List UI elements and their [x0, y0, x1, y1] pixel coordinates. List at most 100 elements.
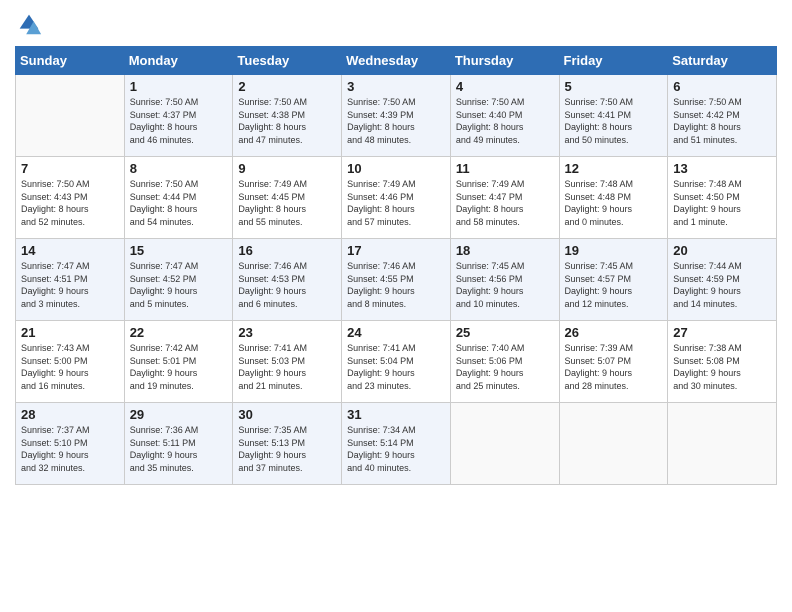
col-header-tuesday: Tuesday [233, 47, 342, 75]
day-number: 16 [238, 243, 336, 258]
calendar-cell [559, 403, 668, 485]
day-info: Sunrise: 7:46 AM Sunset: 4:55 PM Dayligh… [347, 260, 445, 310]
day-number: 31 [347, 407, 445, 422]
day-info: Sunrise: 7:49 AM Sunset: 4:47 PM Dayligh… [456, 178, 554, 228]
day-info: Sunrise: 7:50 AM Sunset: 4:44 PM Dayligh… [130, 178, 228, 228]
day-number: 20 [673, 243, 771, 258]
calendar-cell: 24 Sunrise: 7:41 AM Sunset: 5:04 PM Dayli… [342, 321, 451, 403]
day-info: Sunrise: 7:36 AM Sunset: 5:11 PM Dayligh… [130, 424, 228, 474]
logo [15, 10, 45, 38]
calendar-cell: 3 Sunrise: 7:50 AM Sunset: 4:39 PM Daylig… [342, 75, 451, 157]
calendar-cell [16, 75, 125, 157]
day-info: Sunrise: 7:50 AM Sunset: 4:40 PM Dayligh… [456, 96, 554, 146]
col-header-saturday: Saturday [668, 47, 777, 75]
day-number: 10 [347, 161, 445, 176]
calendar-cell: 5Sunrise: 7:50 AM Sunset: 4:41 PM Daylig… [559, 75, 668, 157]
calendar-header-row: SundayMondayTuesdayWednesdayThursdayFrid… [16, 47, 777, 75]
calendar-cell: 8 Sunrise: 7:50 AM Sunset: 4:44 PM Daylig… [124, 157, 233, 239]
calendar-week-2: 7 Sunrise: 7:50 AM Sunset: 4:43 PM Daylig… [16, 157, 777, 239]
day-info: Sunrise: 7:50 AM Sunset: 4:37 PM Dayligh… [130, 96, 228, 146]
calendar-cell: 26 Sunrise: 7:39 AM Sunset: 5:07 PM Dayli… [559, 321, 668, 403]
day-info: Sunrise: 7:41 AM Sunset: 5:04 PM Dayligh… [347, 342, 445, 392]
calendar-cell: 22 Sunrise: 7:42 AM Sunset: 5:01 PM Dayli… [124, 321, 233, 403]
day-number: 19 [565, 243, 663, 258]
calendar-cell: 7 Sunrise: 7:50 AM Sunset: 4:43 PM Daylig… [16, 157, 125, 239]
calendar-cell: 28 Sunrise: 7:37 AM Sunset: 5:10 PM Dayli… [16, 403, 125, 485]
calendar-cell: 17 Sunrise: 7:46 AM Sunset: 4:55 PM Dayli… [342, 239, 451, 321]
calendar-cell: 14 Sunrise: 7:47 AM Sunset: 4:51 PM Dayli… [16, 239, 125, 321]
day-info: Sunrise: 7:45 AM Sunset: 4:57 PM Dayligh… [565, 260, 663, 310]
day-info: Sunrise: 7:50 AM Sunset: 4:42 PM Dayligh… [673, 96, 771, 146]
day-info: Sunrise: 7:43 AM Sunset: 5:00 PM Dayligh… [21, 342, 119, 392]
day-number: 11 [456, 161, 554, 176]
day-number: 3 [347, 79, 445, 94]
day-info: Sunrise: 7:41 AM Sunset: 5:03 PM Dayligh… [238, 342, 336, 392]
day-info: Sunrise: 7:37 AM Sunset: 5:10 PM Dayligh… [21, 424, 119, 474]
calendar-week-4: 21 Sunrise: 7:43 AM Sunset: 5:00 PM Dayli… [16, 321, 777, 403]
logo-icon [15, 10, 43, 38]
day-info: Sunrise: 7:34 AM Sunset: 5:14 PM Dayligh… [347, 424, 445, 474]
day-info: Sunrise: 7:48 AM Sunset: 4:48 PM Dayligh… [565, 178, 663, 228]
calendar-cell: 6 Sunrise: 7:50 AM Sunset: 4:42 PM Daylig… [668, 75, 777, 157]
day-info: Sunrise: 7:47 AM Sunset: 4:52 PM Dayligh… [130, 260, 228, 310]
day-number: 26 [565, 325, 663, 340]
day-number: 21 [21, 325, 119, 340]
day-number: 22 [130, 325, 228, 340]
day-number: 9 [238, 161, 336, 176]
day-number: 28 [21, 407, 119, 422]
calendar-cell: 19 Sunrise: 7:45 AM Sunset: 4:57 PM Dayli… [559, 239, 668, 321]
day-info: Sunrise: 7:44 AM Sunset: 4:59 PM Dayligh… [673, 260, 771, 310]
calendar-cell: 1 Sunrise: 7:50 AM Sunset: 4:37 PM Daylig… [124, 75, 233, 157]
calendar-cell: 12 Sunrise: 7:48 AM Sunset: 4:48 PM Dayli… [559, 157, 668, 239]
calendar-cell: 13 Sunrise: 7:48 AM Sunset: 4:50 PM Dayli… [668, 157, 777, 239]
day-number: 8 [130, 161, 228, 176]
day-number: 24 [347, 325, 445, 340]
calendar-cell: 10Sunrise: 7:49 AM Sunset: 4:46 PM Dayli… [342, 157, 451, 239]
day-number: 30 [238, 407, 336, 422]
calendar-cell: 15 Sunrise: 7:47 AM Sunset: 4:52 PM Dayli… [124, 239, 233, 321]
calendar-cell: 27Sunrise: 7:38 AM Sunset: 5:08 PM Dayli… [668, 321, 777, 403]
calendar-cell: 18Sunrise: 7:45 AM Sunset: 4:56 PM Dayli… [450, 239, 559, 321]
day-number: 29 [130, 407, 228, 422]
day-number: 7 [21, 161, 119, 176]
calendar-cell: 29 Sunrise: 7:36 AM Sunset: 5:11 PM Dayli… [124, 403, 233, 485]
day-number: 14 [21, 243, 119, 258]
calendar-cell [450, 403, 559, 485]
day-number: 23 [238, 325, 336, 340]
day-info: Sunrise: 7:50 AM Sunset: 4:43 PM Dayligh… [21, 178, 119, 228]
calendar-week-1: 1 Sunrise: 7:50 AM Sunset: 4:37 PM Daylig… [16, 75, 777, 157]
page-container: SundayMondayTuesdayWednesdayThursdayFrid… [0, 0, 792, 495]
day-info: Sunrise: 7:50 AM Sunset: 4:38 PM Dayligh… [238, 96, 336, 146]
day-number: 27 [673, 325, 771, 340]
day-info: Sunrise: 7:48 AM Sunset: 4:50 PM Dayligh… [673, 178, 771, 228]
day-number: 6 [673, 79, 771, 94]
calendar-cell: 25Sunrise: 7:40 AM Sunset: 5:06 PM Dayli… [450, 321, 559, 403]
day-info: Sunrise: 7:35 AM Sunset: 5:13 PM Dayligh… [238, 424, 336, 474]
day-number: 13 [673, 161, 771, 176]
day-info: Sunrise: 7:39 AM Sunset: 5:07 PM Dayligh… [565, 342, 663, 392]
calendar-week-5: 28 Sunrise: 7:37 AM Sunset: 5:10 PM Dayli… [16, 403, 777, 485]
day-info: Sunrise: 7:46 AM Sunset: 4:53 PM Dayligh… [238, 260, 336, 310]
day-info: Sunrise: 7:45 AM Sunset: 4:56 PM Dayligh… [456, 260, 554, 310]
calendar-cell: 11 Sunrise: 7:49 AM Sunset: 4:47 PM Dayli… [450, 157, 559, 239]
day-info: Sunrise: 7:50 AM Sunset: 4:39 PM Dayligh… [347, 96, 445, 146]
day-info: Sunrise: 7:47 AM Sunset: 4:51 PM Dayligh… [21, 260, 119, 310]
col-header-monday: Monday [124, 47, 233, 75]
day-number: 25 [456, 325, 554, 340]
calendar-week-3: 14 Sunrise: 7:47 AM Sunset: 4:51 PM Dayli… [16, 239, 777, 321]
day-info: Sunrise: 7:50 AM Sunset: 4:41 PM Dayligh… [565, 96, 663, 146]
col-header-friday: Friday [559, 47, 668, 75]
col-header-thursday: Thursday [450, 47, 559, 75]
calendar-cell: 31 Sunrise: 7:34 AM Sunset: 5:14 PM Dayli… [342, 403, 451, 485]
day-number: 1 [130, 79, 228, 94]
day-number: 15 [130, 243, 228, 258]
day-info: Sunrise: 7:42 AM Sunset: 5:01 PM Dayligh… [130, 342, 228, 392]
day-number: 17 [347, 243, 445, 258]
col-header-wednesday: Wednesday [342, 47, 451, 75]
calendar-cell: 4 Sunrise: 7:50 AM Sunset: 4:40 PM Daylig… [450, 75, 559, 157]
day-number: 4 [456, 79, 554, 94]
calendar-cell: 20 Sunrise: 7:44 AM Sunset: 4:59 PM Dayli… [668, 239, 777, 321]
day-number: 12 [565, 161, 663, 176]
calendar-cell: 16 Sunrise: 7:46 AM Sunset: 4:53 PM Dayli… [233, 239, 342, 321]
day-info: Sunrise: 7:49 AM Sunset: 4:45 PM Dayligh… [238, 178, 336, 228]
